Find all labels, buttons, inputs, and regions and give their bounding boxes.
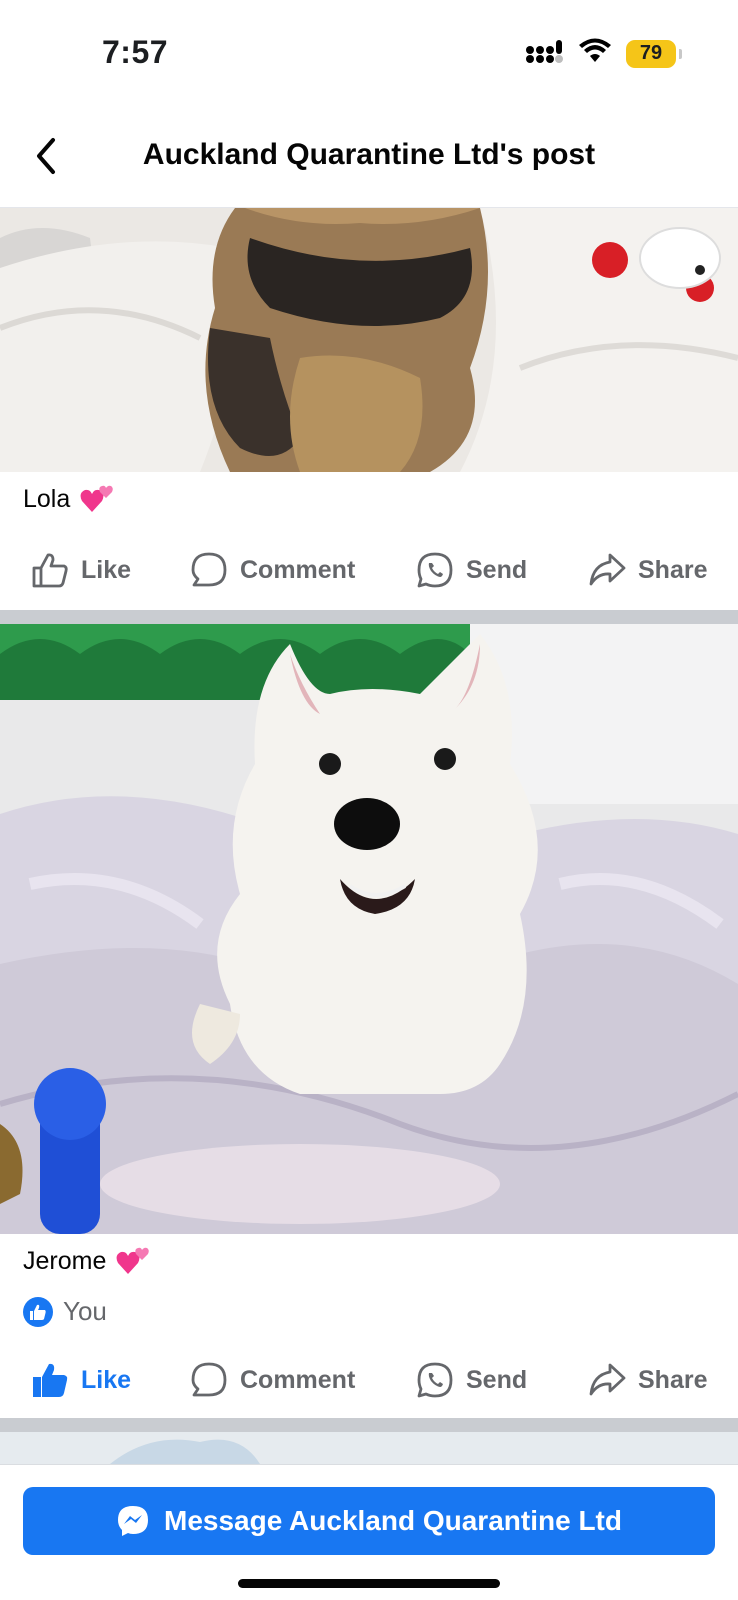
whatsapp-send-icon	[417, 1362, 453, 1398]
reaction-summary[interactable]: You	[23, 1296, 107, 1327]
share-button[interactable]: Share	[588, 551, 707, 589]
status-bar: 7:57 79	[0, 0, 738, 104]
caption-text: Jerome	[23, 1246, 107, 1275]
like-button[interactable]: Like	[31, 551, 131, 589]
comment-button[interactable]: Comment	[190, 1361, 355, 1399]
two-hearts-emoji	[116, 1247, 150, 1274]
home-indicator[interactable]	[238, 1579, 500, 1588]
like-reaction-badge-icon	[23, 1296, 53, 1327]
comment-icon	[191, 1362, 227, 1397]
thumbs-up-icon	[32, 553, 68, 588]
like-button[interactable]: Like	[31, 1361, 131, 1399]
page-title: Auckland Quarantine Ltd's post	[142, 138, 596, 171]
post-divider	[0, 610, 738, 624]
post-caption-lola: Lola	[23, 484, 114, 514]
status-icons: 79	[526, 38, 682, 69]
message-page-button[interactable]: Message Auckland Quarantine Ltd	[23, 1487, 715, 1555]
share-arrow-icon	[589, 1363, 626, 1396]
comment-icon	[191, 552, 227, 587]
post-photo-next[interactable]	[0, 1432, 738, 1464]
send-button[interactable]: Send	[416, 551, 527, 589]
bottom-bar: Message Auckland Quarantine Ltd	[0, 1464, 738, 1600]
send-button[interactable]: Send	[416, 1361, 527, 1399]
share-button[interactable]: Share	[588, 1361, 707, 1399]
post-caption-jerome: Jerome	[23, 1246, 150, 1276]
battery-icon: 79	[626, 39, 682, 68]
reaction-names: You	[63, 1296, 107, 1326]
status-time: 7:57	[102, 34, 169, 70]
action-row-lola: Like Comment Send Share	[0, 540, 738, 600]
action-row-jerome: Like Comment Send Share	[0, 1350, 738, 1410]
two-hearts-emoji	[80, 485, 114, 512]
comment-button[interactable]: Comment	[190, 551, 355, 589]
post-divider	[0, 1418, 738, 1432]
whatsapp-send-icon	[417, 552, 453, 588]
thumbs-up-icon	[33, 1363, 68, 1397]
signal-icon	[526, 38, 564, 69]
post-header: Auckland Quarantine Ltd's post	[0, 104, 738, 208]
messenger-icon	[118, 1506, 149, 1536]
wifi-icon	[578, 38, 612, 69]
post-photo-jerome[interactable]	[0, 624, 738, 1234]
post-photo-lola[interactable]	[0, 208, 738, 472]
share-arrow-icon	[589, 553, 626, 586]
caption-text: Lola	[23, 484, 71, 513]
